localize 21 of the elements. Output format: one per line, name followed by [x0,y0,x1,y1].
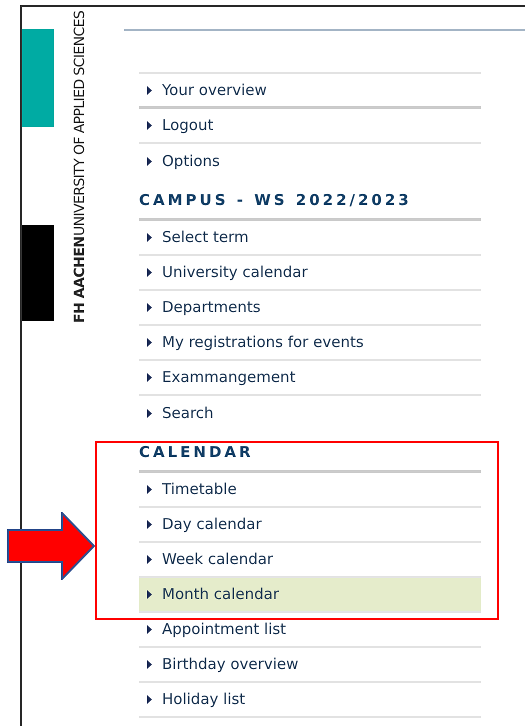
triangle-icon [147,555,152,564]
triangle-icon [147,590,152,599]
triangle-icon [147,625,152,634]
section-heading: CALENDAR [139,445,254,460]
menu-item[interactable]: Month calendar [139,578,481,613]
triangle-icon [147,520,152,529]
logo-name: FH AACHEN [72,236,88,323]
logo-tagline: UNIVERSITY OF APPLIED SCIENCES [72,11,88,236]
triangle-icon [147,157,152,166]
triangle-icon [147,233,152,242]
triangle-icon [147,303,152,312]
triangle-icon [147,373,152,382]
triangle-icon [147,268,152,277]
triangle-icon [147,338,152,347]
triangle-icon [147,121,152,130]
triangle-icon [147,695,152,704]
triangle-icon [147,86,152,94]
triangle-icon [147,409,152,418]
triangle-icon [147,485,152,494]
section-heading: CAMPUS - WS 2022/2023 [139,193,412,208]
triangle-icon [147,660,152,669]
